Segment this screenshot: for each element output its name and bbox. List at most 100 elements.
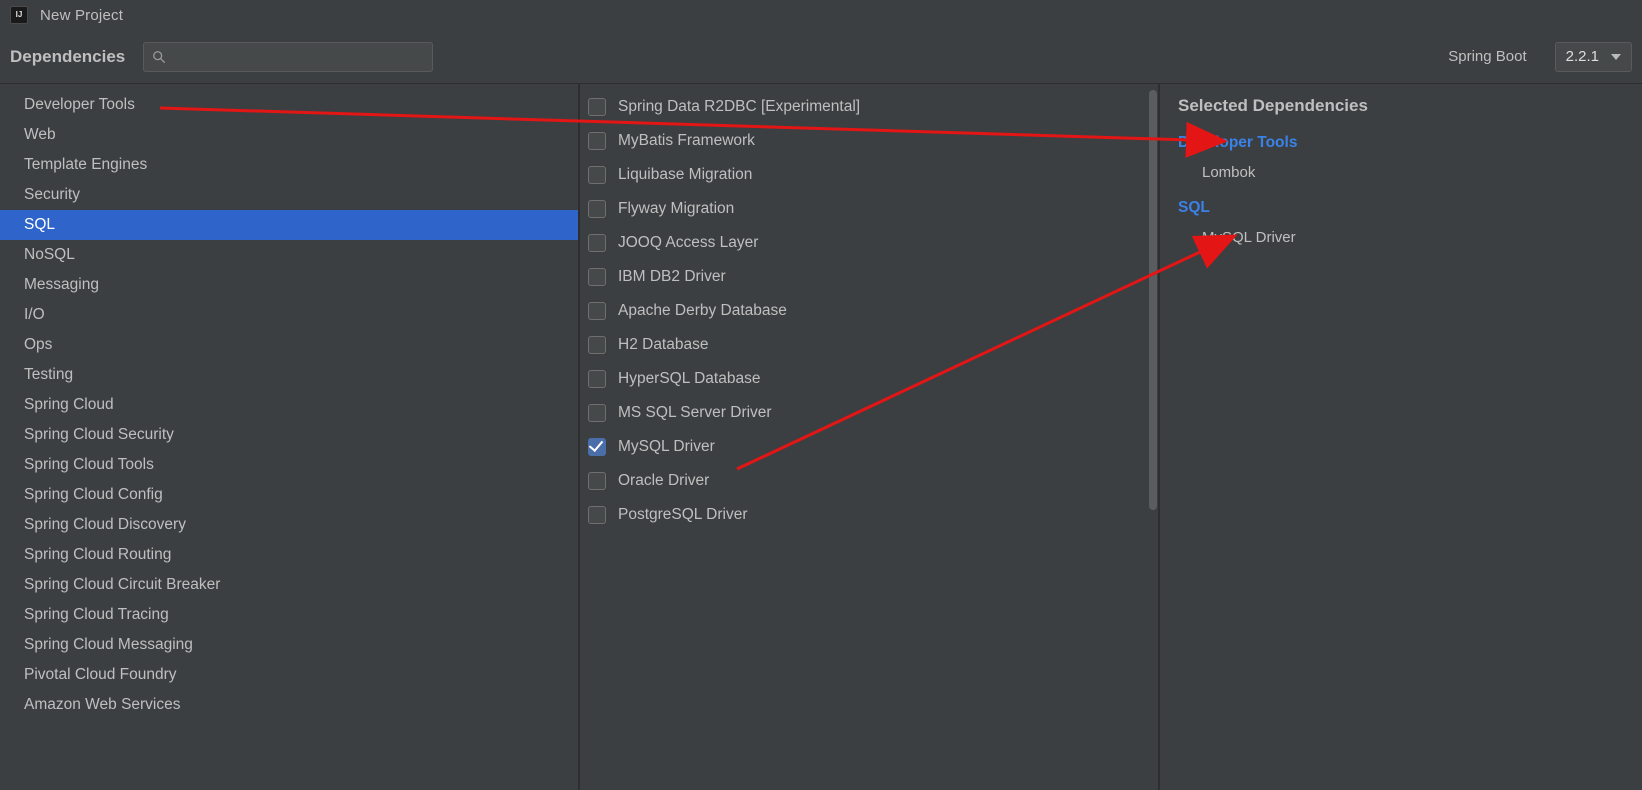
titlebar: New Project [0, 0, 1642, 30]
dependency-item[interactable]: H2 Database [580, 328, 1158, 362]
selected-dependencies-title: Selected Dependencies [1178, 96, 1624, 116]
toolbar: Dependencies Spring Boot 2.2.1 [0, 30, 1642, 84]
selected-item[interactable]: MySQL Driver [1178, 225, 1624, 250]
selected-pane: Selected Dependencies Developer ToolsLom… [1160, 84, 1642, 790]
search-input[interactable] [174, 43, 432, 71]
dependency-label: JOOQ Access Layer [618, 234, 758, 252]
category-label: Testing [24, 366, 73, 384]
dependency-checkbox[interactable] [588, 370, 606, 388]
category-label: Messaging [24, 276, 99, 294]
category-item[interactable]: Web [0, 120, 578, 150]
category-label: Spring Cloud Messaging [24, 636, 193, 654]
search-field[interactable] [143, 42, 433, 72]
selected-group-title: SQL [1178, 199, 1624, 217]
dependencies-scrollbar[interactable] [1148, 90, 1158, 784]
dependency-label: HyperSQL Database [618, 370, 760, 388]
dependency-item[interactable]: Oracle Driver [580, 464, 1158, 498]
category-item[interactable]: Developer Tools [0, 90, 578, 120]
dependency-checkbox[interactable] [588, 506, 606, 524]
category-item[interactable]: Pivotal Cloud Foundry [0, 660, 578, 690]
dependency-item[interactable]: PostgreSQL Driver [580, 498, 1158, 532]
category-item[interactable]: SQL [0, 210, 578, 240]
dependency-item[interactable]: HyperSQL Database [580, 362, 1158, 396]
dependency-label: Apache Derby Database [618, 302, 787, 320]
dependency-item[interactable]: MyBatis Framework [580, 124, 1158, 158]
category-item[interactable]: Spring Cloud Tools [0, 450, 578, 480]
category-item[interactable]: Spring Cloud Config [0, 480, 578, 510]
category-item[interactable]: Spring Cloud Circuit Breaker [0, 570, 578, 600]
spring-boot-version: 2.2.1 [1566, 48, 1599, 65]
category-item[interactable]: Spring Cloud [0, 390, 578, 420]
category-label: Spring Cloud Security [24, 426, 174, 444]
dependencies-list[interactable]: Spring Data R2DBC [Experimental]MyBatis … [580, 84, 1158, 790]
category-item[interactable]: Spring Cloud Routing [0, 540, 578, 570]
dependency-checkbox[interactable] [588, 98, 606, 116]
category-item[interactable]: NoSQL [0, 240, 578, 270]
dependency-checkbox[interactable] [588, 200, 606, 218]
category-label: Spring Cloud [24, 396, 114, 414]
dependency-item[interactable]: Spring Data R2DBC [Experimental] [580, 90, 1158, 124]
category-item[interactable]: Spring Cloud Security [0, 420, 578, 450]
category-item[interactable]: Spring Cloud Tracing [0, 600, 578, 630]
category-item[interactable]: Amazon Web Services [0, 690, 578, 720]
dependencies-pane: Spring Data R2DBC [Experimental]MyBatis … [580, 84, 1160, 790]
dependency-checkbox[interactable] [588, 234, 606, 252]
dependency-checkbox[interactable] [588, 166, 606, 184]
dependency-checkbox[interactable] [588, 404, 606, 422]
category-item[interactable]: Testing [0, 360, 578, 390]
dependency-item[interactable]: JOOQ Access Layer [580, 226, 1158, 260]
dependency-label: Oracle Driver [618, 472, 709, 490]
category-item[interactable]: Security [0, 180, 578, 210]
category-item[interactable]: Ops [0, 330, 578, 360]
spring-boot-label: Spring Boot [1448, 48, 1526, 65]
dependencies-title: Dependencies [10, 47, 125, 67]
window-title: New Project [40, 7, 123, 24]
selected-groups: Developer ToolsLombokSQLMySQL Driver [1178, 134, 1624, 250]
dependency-checkbox[interactable] [588, 132, 606, 150]
category-label: Pivotal Cloud Foundry [24, 666, 177, 684]
dependency-label: MySQL Driver [618, 438, 715, 456]
category-label: Spring Cloud Tracing [24, 606, 169, 624]
body: Developer Tools Web Template Engines Securi… [0, 84, 1642, 790]
search-icon [152, 50, 166, 64]
selected-item[interactable]: Lombok [1178, 160, 1624, 185]
scrollbar-thumb[interactable] [1149, 90, 1157, 510]
dependency-item[interactable]: Flyway Migration [580, 192, 1158, 226]
dependency-label: PostgreSQL Driver [618, 506, 748, 524]
category-item[interactable]: Messaging [0, 270, 578, 300]
dependency-checkbox[interactable] [588, 268, 606, 286]
dependency-label: IBM DB2 Driver [618, 268, 726, 286]
dependency-item[interactable]: Liquibase Migration [580, 158, 1158, 192]
dependency-item[interactable]: IBM DB2 Driver [580, 260, 1158, 294]
category-label: Spring Cloud Circuit Breaker [24, 576, 220, 594]
dependency-checkbox[interactable] [588, 336, 606, 354]
category-label: Spring Cloud Routing [24, 546, 171, 564]
spring-boot-select[interactable]: 2.2.1 [1555, 42, 1632, 72]
categories-pane: Developer Tools Web Template Engines Securi… [0, 84, 580, 790]
category-label: I/O [24, 306, 45, 324]
category-item[interactable]: I/O [0, 300, 578, 330]
category-label: Spring Cloud Config [24, 486, 163, 504]
toolbar-left: Dependencies [10, 42, 433, 72]
category-label: Security [24, 186, 80, 204]
dependency-item[interactable]: Apache Derby Database [580, 294, 1158, 328]
category-label: NoSQL [24, 246, 75, 264]
dependency-item[interactable]: MySQL Driver [580, 430, 1158, 464]
category-label: SQL [24, 216, 55, 234]
app-icon [10, 6, 28, 24]
dependency-checkbox[interactable] [588, 438, 606, 456]
category-label: Ops [24, 336, 52, 354]
category-item[interactable]: Template Engines [0, 150, 578, 180]
dependency-label: Liquibase Migration [618, 166, 752, 184]
category-item[interactable]: Spring Cloud Messaging [0, 630, 578, 660]
dependency-item[interactable]: MS SQL Server Driver [580, 396, 1158, 430]
dependency-checkbox[interactable] [588, 302, 606, 320]
category-label: Web [24, 126, 56, 144]
dependency-checkbox[interactable] [588, 472, 606, 490]
dependency-label: H2 Database [618, 336, 708, 354]
category-item[interactable]: Spring Cloud Discovery [0, 510, 578, 540]
category-label: Developer Tools [24, 96, 135, 114]
category-label: Amazon Web Services [24, 696, 181, 714]
categories-list[interactable]: Developer Tools Web Template Engines Securi… [0, 84, 578, 790]
category-label: Template Engines [24, 156, 147, 174]
